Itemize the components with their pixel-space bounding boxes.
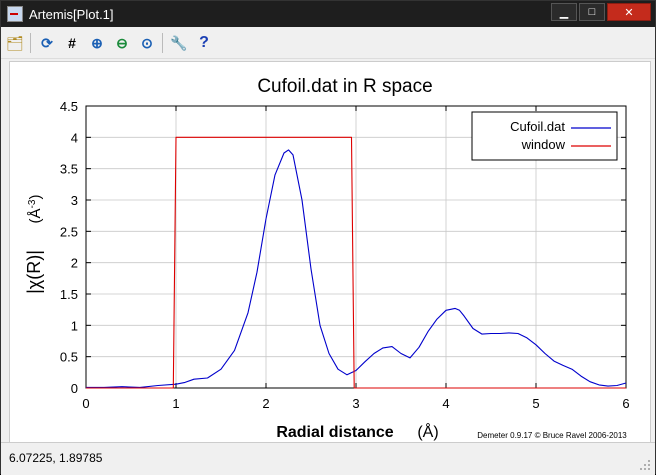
open-folder-icon[interactable]: 🗂 xyxy=(4,32,26,54)
x-tick-label: 2 xyxy=(262,396,269,411)
x-axis-title: Radial distance xyxy=(276,424,393,441)
status-bar: 6.07225, 1.89785 xyxy=(1,442,655,475)
window-title: Artemis[Plot.1] xyxy=(29,6,114,22)
plot-canvas[interactable]: Cufoil.dat in R space 0 1 2 3 4 5 6 0 0.5 1 1.5 2 2.… xyxy=(9,61,651,443)
title-bar[interactable]: Artemis[Plot.1] ▁ □ ✕ xyxy=(1,1,655,27)
y-tick-label: 3.5 xyxy=(60,162,78,177)
toolbar-separator xyxy=(162,33,163,53)
artemis-plot-window: Artemis[Plot.1] ▁ □ ✕ 🗂 ⟳ # ⊕ ⊖ ⊙ 🔧 ? Cu… xyxy=(0,0,656,475)
chart-title: Cufoil.dat in R space xyxy=(257,76,432,97)
chart-svg: Cufoil.dat in R space 0 1 2 3 4 5 6 0 0.5 1 1.5 2 2.… xyxy=(24,76,630,441)
maximize-button[interactable]: □ xyxy=(579,3,605,21)
zoom-out-icon[interactable]: ⊖ xyxy=(111,32,133,54)
x-axis-unit: (Å) xyxy=(417,422,438,441)
x-tick-label: 5 xyxy=(532,396,539,411)
y-axis-title: |χ(R)| xyxy=(24,250,44,294)
y-tick-label: 4 xyxy=(71,130,78,145)
legend-label-cufoil: Cufoil.dat xyxy=(510,119,565,134)
resize-grip-icon[interactable] xyxy=(639,459,651,471)
y-tick-label: 1 xyxy=(71,318,78,333)
app-icon xyxy=(7,6,23,22)
y-tick-label: 1.5 xyxy=(60,287,78,302)
y-tick-label: 2.5 xyxy=(60,224,78,239)
wrench-icon[interactable]: 🔧 xyxy=(168,32,190,54)
close-button[interactable]: ✕ xyxy=(607,3,651,21)
toolbar-separator xyxy=(30,33,31,53)
x-tick-label: 0 xyxy=(82,396,89,411)
y-tick-label: 3 xyxy=(71,193,78,208)
help-icon[interactable]: ? xyxy=(193,32,215,54)
legend: Cufoil.dat window xyxy=(471,111,618,161)
zoom-reset-icon[interactable]: ⊙ xyxy=(136,32,158,54)
y-tick-label: 4.5 xyxy=(60,99,78,114)
y-axis-unit: (Å-3) xyxy=(27,195,45,224)
cursor-coordinates: 6.07225, 1.89785 xyxy=(9,451,103,465)
y-tick-label: 0.5 xyxy=(60,350,78,365)
x-tick-label: 6 xyxy=(622,396,629,411)
x-tick-label: 3 xyxy=(352,396,359,411)
y-tick-label: 2 xyxy=(71,256,78,271)
x-tick-label: 1 xyxy=(172,396,179,411)
y-axis-unit-base: (Å xyxy=(27,208,44,223)
plot-toolbar: 🗂 ⟳ # ⊕ ⊖ ⊙ 🔧 ? xyxy=(1,28,655,59)
y-axis-label: |χ(R)| (Å-3) xyxy=(24,195,44,294)
grid-icon[interactable]: # xyxy=(61,32,83,54)
refresh-icon[interactable]: ⟳ xyxy=(36,32,58,54)
legend-label-window: window xyxy=(521,137,566,152)
credit-text: Demeter 0.9.17 © Bruce Ravel 2006-2013 xyxy=(477,431,627,440)
x-tick-label: 4 xyxy=(442,396,449,411)
y-tick-label: 0 xyxy=(71,381,78,396)
minimize-button[interactable]: ▁ xyxy=(551,3,577,21)
y-axis-unit-close: ) xyxy=(27,195,44,200)
zoom-in-icon[interactable]: ⊕ xyxy=(86,32,108,54)
